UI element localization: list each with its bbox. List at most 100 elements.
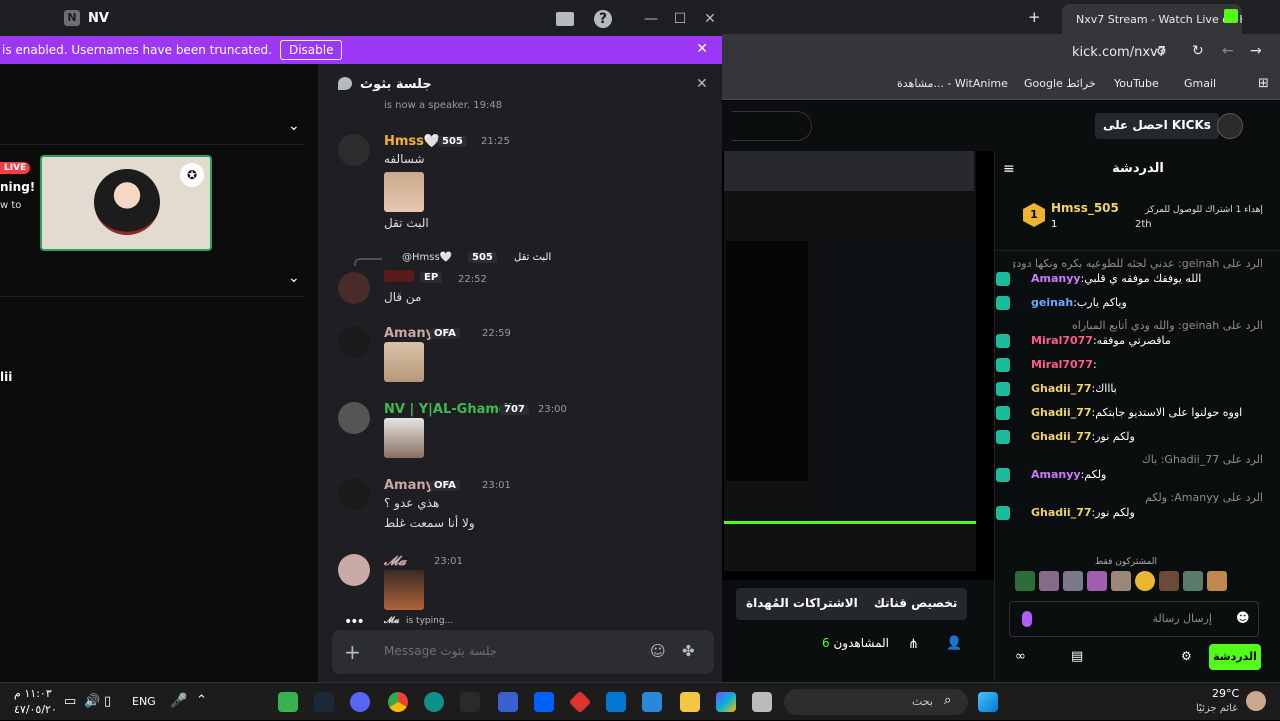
username-redacted[interactable] bbox=[384, 270, 414, 282]
chat-username[interactable]: Amanyy bbox=[1031, 468, 1081, 481]
tray-chevron-icon[interactable]: ⌃ bbox=[196, 693, 207, 708]
sticker-image[interactable] bbox=[384, 570, 424, 610]
close-banner-icon[interactable]: ✕ bbox=[696, 41, 708, 57]
emoji-icon[interactable]: ☺ bbox=[650, 642, 666, 660]
taskbar-search[interactable]: بحث ⌕ bbox=[784, 689, 968, 715]
close-chat-icon[interactable]: ✕ bbox=[696, 76, 708, 92]
chat-row[interactable]: Amanyy:الله يوفقك موفقه ي قلبي bbox=[995, 269, 1280, 289]
mic-icon[interactable]: 🎤 bbox=[170, 693, 187, 709]
avatar[interactable] bbox=[338, 272, 370, 304]
avatar[interactable] bbox=[338, 478, 370, 510]
username[interactable]: Amany bbox=[384, 326, 434, 341]
emote[interactable] bbox=[1111, 571, 1131, 591]
emote[interactable] bbox=[1039, 571, 1059, 591]
weather-text[interactable]: غائم جزئيًا bbox=[1196, 703, 1237, 714]
new-tab-icon[interactable]: + bbox=[1028, 8, 1041, 26]
bookmark-witanime[interactable]: مشاهدة... - WitAnime bbox=[897, 77, 1008, 90]
sticker-image[interactable] bbox=[384, 418, 424, 458]
discord-icon[interactable] bbox=[350, 692, 370, 712]
username[interactable]: NV | Y|AL-Ghamdi bbox=[384, 402, 513, 417]
chat-message[interactable]: @Hmss🤍 505 البث تقل EP 22:52 من قال bbox=[338, 250, 708, 310]
edge-icon[interactable] bbox=[424, 692, 444, 712]
file-explorer-icon[interactable] bbox=[680, 692, 700, 712]
follow-icon[interactable]: 👤 bbox=[946, 636, 962, 651]
reply-user[interactable]: @Hmss🤍 bbox=[402, 252, 452, 263]
username[interactable]: Amany bbox=[384, 478, 434, 493]
avatar[interactable] bbox=[338, 326, 370, 358]
copilot-icon[interactable] bbox=[716, 692, 736, 712]
chat-username[interactable]: Ghadii_77 bbox=[1031, 406, 1092, 419]
close-icon[interactable]: ✕ bbox=[701, 10, 719, 28]
chat-username[interactable]: Ghadii_77 bbox=[1031, 506, 1092, 519]
chat-row[interactable]: Ghadii_77:ولكم نور bbox=[995, 503, 1280, 523]
message-composer[interactable]: + Message جلسة بثوث ☺ ✤ bbox=[332, 630, 714, 674]
emote[interactable] bbox=[1183, 571, 1203, 591]
chat-row[interactable]: Amanyy:ولكم bbox=[995, 465, 1280, 485]
bookmark-maps[interactable]: Google خرائط bbox=[1024, 77, 1096, 90]
chevron-down-icon[interactable]: ⌄ bbox=[288, 118, 300, 134]
sticker-image[interactable] bbox=[384, 342, 424, 382]
gift-icon[interactable]: ▤ bbox=[1071, 649, 1083, 664]
minimize-icon[interactable]: — bbox=[642, 10, 660, 28]
browser-tab[interactable]: Nxv7 Stream - Watch Live on Kick bbox=[1062, 4, 1242, 34]
battery-icon[interactable]: ▭ bbox=[64, 694, 76, 709]
start-icon[interactable] bbox=[978, 692, 998, 712]
chat-send-button[interactable]: الدردشة bbox=[1209, 644, 1261, 670]
user-avatar[interactable] bbox=[1217, 113, 1243, 139]
weather-temp[interactable]: 29°C bbox=[1212, 687, 1239, 700]
avatar[interactable] bbox=[338, 554, 370, 586]
epic-games-icon[interactable] bbox=[460, 692, 480, 712]
sticker-image[interactable] bbox=[384, 172, 424, 212]
chat-row[interactable]: Ghadii_77:ولكم نور bbox=[995, 427, 1280, 447]
chat-message[interactable]: 𝓜𝓪 23:01 bbox=[338, 554, 708, 614]
bookmark-youtube[interactable]: YouTube bbox=[1114, 77, 1159, 90]
video-player[interactable]: ⧉ ▣ ▭ ⛶ ⚙ bbox=[722, 151, 994, 713]
outlook-icon[interactable] bbox=[606, 692, 626, 712]
reply-preview[interactable]: البث تقل bbox=[514, 252, 551, 263]
app-icon[interactable] bbox=[278, 692, 298, 712]
share-icon[interactable]: ⋔ bbox=[908, 637, 919, 652]
weather-icon[interactable] bbox=[1246, 691, 1266, 711]
emote[interactable] bbox=[1135, 571, 1155, 591]
chat-row[interactable]: Miral7077: bbox=[995, 355, 1280, 375]
chat-username[interactable]: Amanyy bbox=[1031, 272, 1081, 285]
chat-message[interactable]: Hmss🤍 505 21:25 شسالفه البث تقل bbox=[338, 134, 708, 234]
chat-row[interactable]: Ghadii_77:اووه حولنوا على الاستديو جابتك… bbox=[995, 403, 1280, 423]
app-icon[interactable] bbox=[568, 690, 592, 714]
disable-button[interactable]: Disable bbox=[279, 40, 343, 60]
app-icon[interactable] bbox=[498, 692, 518, 712]
add-attachment-icon[interactable]: + bbox=[344, 640, 361, 664]
emoji-icon[interactable]: ☻ bbox=[1236, 611, 1250, 626]
mic-icon[interactable] bbox=[1022, 611, 1032, 627]
chat-row[interactable]: Miral7077:ماقصرتي موفقه bbox=[995, 331, 1280, 351]
infinity-icon[interactable]: ∞ bbox=[1015, 649, 1026, 664]
dropbox-icon[interactable] bbox=[534, 692, 554, 712]
emote[interactable] bbox=[1207, 571, 1227, 591]
chrome-icon[interactable] bbox=[388, 692, 408, 712]
app-icon[interactable] bbox=[752, 692, 772, 712]
chat-message[interactable]: Amany OFA 22:59 bbox=[338, 326, 708, 386]
clock-date[interactable]: ٤٧/٠٥/٢٠ bbox=[14, 703, 57, 716]
username[interactable]: 𝓜𝓪 bbox=[384, 554, 406, 569]
username[interactable]: Hmss🤍 bbox=[384, 134, 440, 149]
emote[interactable] bbox=[1015, 571, 1035, 591]
chevron-down-icon[interactable]: ⌄ bbox=[288, 270, 300, 286]
search-input[interactable] bbox=[732, 111, 812, 141]
chat-username[interactable]: Ghadii_77 bbox=[1031, 430, 1092, 443]
chat-input[interactable]: إرسال رسالة ☻ bbox=[1009, 601, 1259, 637]
inbox-icon[interactable] bbox=[556, 12, 574, 26]
network-icon[interactable]: ▯ bbox=[104, 694, 111, 709]
url-text[interactable]: kick.com/nxv7 bbox=[1072, 45, 1166, 60]
chat-settings-icon[interactable]: ⚙ bbox=[1181, 649, 1192, 663]
composer-placeholder[interactable]: Message جلسة بثوث bbox=[384, 644, 497, 658]
help-icon[interactable]: ? bbox=[594, 10, 612, 28]
emote[interactable] bbox=[1087, 571, 1107, 591]
chat-username[interactable]: Ghadii_77 bbox=[1031, 382, 1092, 395]
stream-preview-card[interactable]: ✪ bbox=[40, 155, 212, 251]
chat-message[interactable]: NV | Y|AL-Ghamdi 707 23:00 bbox=[338, 402, 708, 462]
chat-row[interactable]: Ghadii_77:باااك bbox=[995, 379, 1280, 399]
avatar[interactable] bbox=[338, 402, 370, 434]
chat-row[interactable]: geinah:وياكم يارب bbox=[995, 293, 1280, 313]
apps-grid-icon[interactable]: ⊞ bbox=[1258, 76, 1269, 91]
back-icon[interactable]: → bbox=[1250, 43, 1262, 59]
